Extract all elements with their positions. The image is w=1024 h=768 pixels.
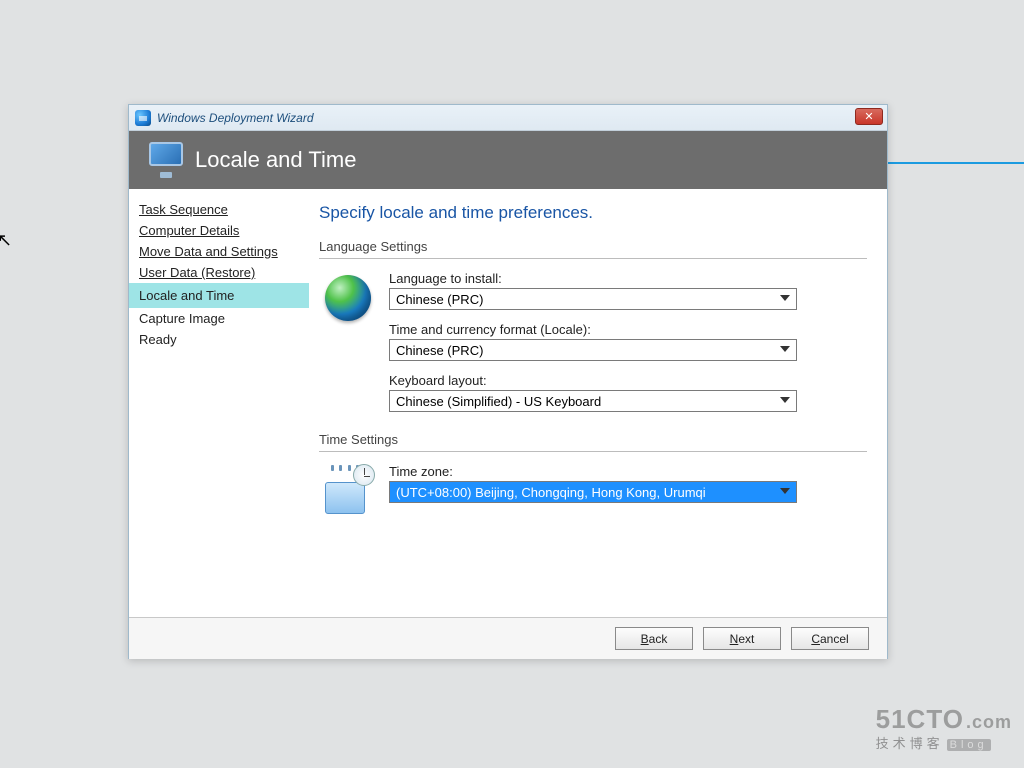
cancel-button[interactable]: Cancel [791,627,869,650]
banner: Locale and Time [129,131,887,189]
close-icon: ✕ [864,110,873,123]
language-label: Language to install: [389,271,867,286]
chevron-down-icon [780,295,790,301]
locale-label: Time and currency format (Locale): [389,322,867,337]
watermark-main: 51CTO [876,704,964,735]
locale-value: Chinese (PRC) [396,343,483,358]
calendar-clock-icon [325,468,371,514]
sidebar-item-user-data[interactable]: User Data (Restore) [129,262,309,283]
page-accent-line [886,162,1024,164]
back-button[interactable]: Back [615,627,693,650]
mouse-cursor-icon: ↖ [0,230,12,251]
wizard-body: Task Sequence Computer Details Move Data… [129,189,887,617]
chevron-down-icon [780,488,790,494]
watermark: 51CTO.com 技术博客Blog [876,704,1012,752]
language-combo[interactable]: Chinese (PRC) [389,288,797,310]
wizard-sidebar: Task Sequence Computer Details Move Data… [129,189,309,617]
wizard-footer: Back Next Cancel [129,617,887,659]
next-button[interactable]: Next [703,627,781,650]
sidebar-item-computer-details[interactable]: Computer Details [129,220,309,241]
language-section: Language to install: Chinese (PRC) Time … [319,271,867,424]
locale-combo[interactable]: Chinese (PRC) [389,339,797,361]
keyboard-value: Chinese (Simplified) - US Keyboard [396,394,601,409]
globe-icon [325,275,371,321]
time-group-label: Time Settings [319,432,867,449]
divider [319,451,867,452]
chevron-down-icon [780,397,790,403]
wizard-window: Windows Deployment Wizard ✕ Locale and T… [128,104,888,659]
watermark-sub: 技术博客 [876,736,944,751]
watermark-blog: Blog [947,739,991,751]
page-heading: Specify locale and time preferences. [319,203,867,223]
timezone-label: Time zone: [389,464,867,479]
app-icon [135,110,151,126]
sidebar-item-move-data[interactable]: Move Data and Settings [129,241,309,262]
language-value: Chinese (PRC) [396,292,483,307]
close-button[interactable]: ✕ [855,108,883,125]
sidebar-item-locale-time[interactable]: Locale and Time [129,283,309,308]
keyboard-label: Keyboard layout: [389,373,867,388]
window-title: Windows Deployment Wizard [157,111,314,125]
time-section: Time zone: (UTC+08:00) Beijing, Chongqin… [319,464,867,515]
timezone-value: (UTC+08:00) Beijing, Chongqing, Hong Kon… [396,485,706,500]
chevron-down-icon [780,346,790,352]
titlebar: Windows Deployment Wizard ✕ [129,105,887,131]
sidebar-item-capture-image: Capture Image [129,308,309,329]
timezone-combo[interactable]: (UTC+08:00) Beijing, Chongqing, Hong Kon… [389,481,797,503]
divider [319,258,867,259]
language-group-label: Language Settings [319,239,867,256]
monitor-icon [145,142,185,178]
sidebar-item-ready: Ready [129,329,309,350]
watermark-domain: .com [966,712,1012,733]
sidebar-item-task-sequence[interactable]: Task Sequence [129,199,309,220]
keyboard-combo[interactable]: Chinese (Simplified) - US Keyboard [389,390,797,412]
wizard-main: Specify locale and time preferences. Lan… [309,189,887,617]
banner-title: Locale and Time [195,147,356,173]
